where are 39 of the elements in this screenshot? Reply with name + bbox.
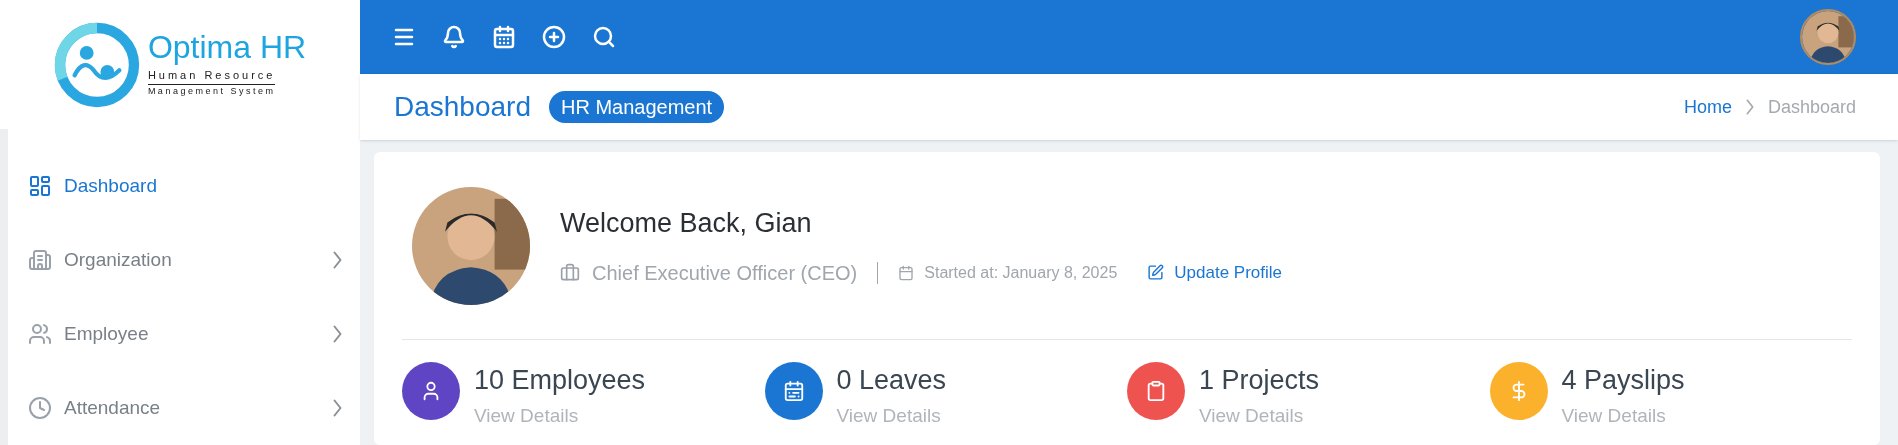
sidebar-item[interactable]: Attendance bbox=[8, 371, 360, 445]
logo-tagline: Human Resource bbox=[147, 67, 276, 85]
logo-name: Optima HR bbox=[147, 31, 307, 63]
welcome-heading: Welcome Back, Gian bbox=[560, 207, 813, 241]
sidebar-item[interactable]: Employee bbox=[8, 297, 360, 371]
job-title: Chief Executive Officer (CEO) bbox=[592, 260, 858, 286]
page-badge: HR Management bbox=[549, 91, 725, 123]
stat-title: 10 Employees bbox=[474, 364, 646, 397]
dashboard-icon bbox=[28, 174, 52, 198]
sidebar-item[interactable]: Dashboard bbox=[8, 149, 360, 223]
calendar-icon[interactable] bbox=[492, 25, 516, 49]
stat-title: 1 Projects bbox=[1199, 364, 1320, 397]
building-icon bbox=[28, 248, 52, 272]
sidebar-item[interactable]: Organization bbox=[8, 223, 360, 297]
start-date: Started at: January 8, 2025 bbox=[924, 262, 1118, 283]
edit-icon bbox=[1147, 264, 1165, 282]
clock-icon bbox=[28, 396, 52, 420]
logo-tagline: Management System bbox=[147, 84, 276, 98]
page-title: Dashboard bbox=[394, 90, 531, 124]
logo-icon bbox=[53, 21, 140, 108]
calendar-icon bbox=[782, 380, 805, 402]
stat-title: 4 Payslips bbox=[1561, 364, 1685, 397]
view-details-link[interactable]: View Details bbox=[1199, 402, 1320, 431]
briefcase-icon bbox=[560, 262, 580, 283]
breadcrumb-link[interactable]: Dashboard bbox=[1767, 93, 1856, 121]
avatar bbox=[1802, 11, 1854, 63]
chevron-icon bbox=[1745, 99, 1754, 115]
clipboard-icon bbox=[1145, 380, 1167, 402]
view-details-link[interactable]: View Details bbox=[836, 402, 947, 431]
plus-circle-icon[interactable] bbox=[542, 25, 566, 49]
people-icon bbox=[28, 322, 52, 346]
search-icon[interactable] bbox=[592, 25, 616, 49]
view-details-link[interactable]: View Details bbox=[474, 402, 646, 431]
breadcrumb-link[interactable]: Home bbox=[1683, 93, 1732, 121]
view-details-link[interactable]: View Details bbox=[1561, 402, 1685, 431]
stat-title: 0 Leaves bbox=[836, 364, 947, 397]
bell-icon[interactable] bbox=[442, 25, 466, 49]
update-profile-link[interactable]: Update Profile bbox=[1174, 260, 1282, 286]
calendar-icon bbox=[898, 264, 915, 281]
